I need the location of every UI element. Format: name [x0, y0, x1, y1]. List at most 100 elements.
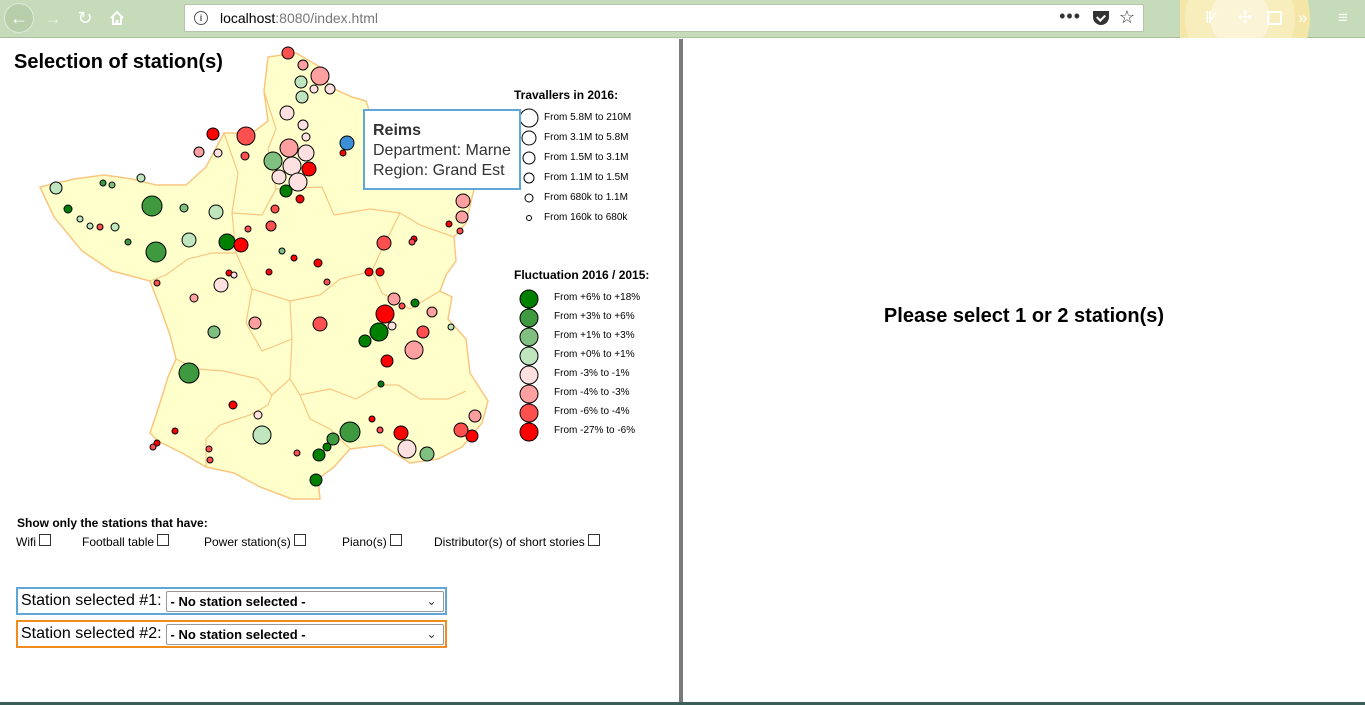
station-marker[interactable]: [290, 254, 298, 262]
station-marker[interactable]: [207, 325, 221, 339]
station-marker[interactable]: [309, 473, 323, 487]
station-marker[interactable]: [279, 105, 295, 121]
station-marker[interactable]: [206, 456, 214, 464]
station-marker[interactable]: [358, 334, 372, 348]
station-marker[interactable]: [49, 181, 63, 195]
home-button[interactable]: [102, 3, 132, 33]
station-marker[interactable]: [63, 204, 73, 214]
station-select-1-dropdown[interactable]: - No station selected - ⌄: [165, 590, 444, 612]
station-marker[interactable]: [375, 304, 395, 324]
station-marker[interactable]: [426, 306, 438, 318]
station-marker[interactable]: [301, 132, 311, 142]
station-marker[interactable]: [265, 220, 277, 232]
station-marker[interactable]: [453, 422, 469, 438]
football-table-checkbox[interactable]: [157, 534, 170, 546]
station-marker[interactable]: [293, 449, 301, 457]
station-marker[interactable]: [171, 427, 179, 435]
station-marker[interactable]: [387, 292, 401, 306]
station-marker[interactable]: [322, 442, 332, 452]
station-marker[interactable]: [339, 149, 347, 157]
station-marker[interactable]: [387, 321, 397, 331]
station-marker[interactable]: [108, 181, 116, 189]
station-marker[interactable]: [368, 415, 376, 423]
station-marker[interactable]: [189, 293, 199, 303]
station-marker[interactable]: [312, 316, 328, 332]
sidebar-icon[interactable]: [1267, 11, 1282, 25]
station-marker[interactable]: [230, 271, 238, 279]
station-marker[interactable]: [393, 425, 409, 441]
station-marker[interactable]: [271, 169, 287, 185]
url-text[interactable]: localhost:8080/index.html: [220, 10, 378, 26]
url-bar[interactable]: i localhost:8080/index.html ••• ☆: [184, 4, 1144, 32]
station-marker[interactable]: [265, 268, 273, 276]
station-marker[interactable]: [416, 325, 430, 339]
station-marker[interactable]: [294, 75, 308, 89]
station-marker[interactable]: [181, 232, 197, 248]
station-marker[interactable]: [213, 277, 229, 293]
station-marker[interactable]: [455, 193, 471, 209]
station-marker[interactable]: [279, 184, 293, 198]
station-marker[interactable]: [253, 410, 263, 420]
station-marker[interactable]: [278, 247, 286, 255]
station-marker[interactable]: [404, 340, 424, 360]
station-marker[interactable]: [145, 241, 167, 263]
station-marker[interactable]: [279, 138, 299, 158]
station-marker[interactable]: [364, 267, 374, 277]
pocket-icon[interactable]: [1093, 11, 1109, 25]
station-marker[interactable]: [244, 225, 252, 233]
station-marker[interactable]: [408, 238, 416, 246]
forward-button[interactable]: →: [38, 3, 68, 33]
station-marker[interactable]: [297, 59, 309, 71]
menu-dots-icon[interactable]: •••: [1059, 6, 1081, 27]
station-marker[interactable]: [240, 151, 250, 161]
station-marker[interactable]: [124, 238, 132, 246]
sync-icon[interactable]: ✣: [1238, 8, 1252, 28]
station-marker[interactable]: [297, 119, 309, 131]
station-marker[interactable]: [248, 316, 262, 330]
station-marker[interactable]: [447, 323, 455, 331]
station-marker[interactable]: [324, 83, 336, 95]
station-marker[interactable]: [205, 445, 213, 453]
station-marker[interactable]: [313, 258, 323, 268]
station-marker[interactable]: [375, 267, 385, 277]
filter-short-stories[interactable]: Distributor(s) of short stories: [434, 534, 600, 549]
station-marker[interactable]: [468, 409, 482, 423]
station-marker[interactable]: [213, 148, 223, 158]
station-marker[interactable]: [309, 84, 319, 94]
station-marker[interactable]: [281, 46, 295, 60]
reload-button[interactable]: ↻: [70, 3, 100, 33]
power-station-checkbox[interactable]: [293, 534, 306, 546]
station-marker[interactable]: [149, 443, 157, 451]
station-marker[interactable]: [178, 362, 200, 384]
station-marker[interactable]: [236, 126, 256, 146]
station-marker[interactable]: [193, 146, 205, 158]
station-marker[interactable]: [233, 237, 249, 253]
station-marker[interactable]: [86, 222, 94, 230]
filter-power-station[interactable]: Power station(s): [204, 534, 306, 549]
station-marker[interactable]: [398, 302, 406, 310]
station-marker[interactable]: [376, 235, 392, 251]
bookmark-star-icon[interactable]: ☆: [1119, 7, 1135, 28]
station-marker[interactable]: [295, 194, 305, 204]
station-marker[interactable]: [136, 173, 146, 183]
station-marker[interactable]: [297, 144, 315, 162]
station-marker[interactable]: [208, 204, 224, 220]
station-marker[interactable]: [270, 204, 280, 214]
station-marker[interactable]: [153, 279, 161, 287]
station-marker[interactable]: [312, 448, 326, 462]
station-marker[interactable]: [179, 203, 189, 213]
piano-checkbox[interactable]: [389, 534, 402, 546]
station-marker[interactable]: [456, 227, 464, 235]
station-marker[interactable]: [339, 135, 355, 151]
station-marker[interactable]: [96, 223, 104, 231]
overflow-icon[interactable]: »: [1298, 8, 1307, 28]
library-icon[interactable]: ‖⁄: [1205, 8, 1215, 28]
station-marker[interactable]: [397, 439, 417, 459]
station-marker[interactable]: [282, 156, 302, 176]
filter-piano[interactable]: Piano(s): [342, 534, 402, 549]
station-marker[interactable]: [339, 421, 361, 443]
station-marker[interactable]: [377, 380, 385, 388]
station-marker[interactable]: [263, 151, 283, 171]
station-marker[interactable]: [369, 322, 389, 342]
station-marker[interactable]: [455, 210, 469, 224]
